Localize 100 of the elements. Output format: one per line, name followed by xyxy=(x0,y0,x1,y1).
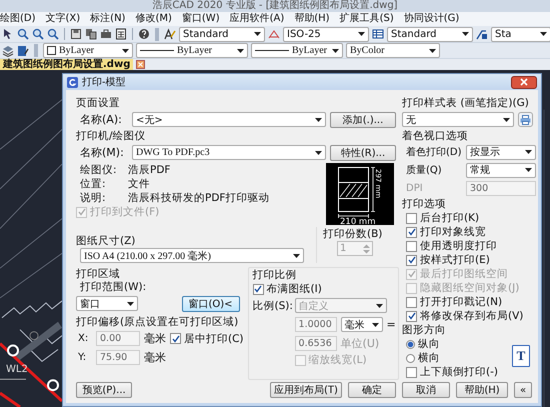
checkbox-label: 最后打印图纸空间 xyxy=(420,267,508,281)
help-icon[interactable] xyxy=(138,28,150,40)
info-value: 文件 xyxy=(128,177,150,191)
dropdown[interactable]: 常规 xyxy=(466,162,536,178)
caret-icon xyxy=(315,118,322,122)
caret-icon xyxy=(332,48,339,52)
field-label: 着色打印(D) xyxy=(406,146,462,159)
window-button[interactable]: 窗口(O)< xyxy=(182,296,240,312)
calculator-icon[interactable] xyxy=(115,28,127,40)
field-label: DPI xyxy=(406,182,424,194)
menu-item[interactable]: 修改(M) xyxy=(135,13,172,25)
radio-button[interactable] xyxy=(406,354,415,362)
checkbox[interactable] xyxy=(406,366,417,378)
checkbox[interactable] xyxy=(406,240,417,252)
caret-icon xyxy=(525,150,532,154)
checkbox-label: 布满图纸(I) xyxy=(266,282,322,296)
caret-icon xyxy=(462,32,469,36)
zoom-icon[interactable] xyxy=(32,28,44,40)
field-label: Y: xyxy=(77,352,88,363)
menu-item[interactable]: 绘图(D) xyxy=(0,13,36,25)
page-drawing xyxy=(338,167,376,218)
preview-button[interactable]: 预览(P)... xyxy=(76,382,132,398)
dialog-button[interactable]: « xyxy=(514,382,532,398)
caret-icon xyxy=(358,32,365,36)
toolbox-icon[interactable] xyxy=(100,28,112,40)
caret-icon xyxy=(315,150,322,154)
document-tab[interactable]: 建筑图纸例图布局设置.dwg xyxy=(0,59,134,70)
dropdown[interactable]: 窗口 xyxy=(76,296,138,311)
menu-item[interactable]: 应用软件(A) xyxy=(230,13,284,25)
menu-item[interactable]: 窗口(W) xyxy=(182,13,220,25)
dialog-button[interactable]: 确定 xyxy=(348,382,396,398)
menu-item[interactable]: 文字(X) xyxy=(46,13,80,25)
dropdown[interactable]: ByColor xyxy=(346,43,440,58)
save-icon[interactable] xyxy=(70,28,82,40)
info-value: 浩辰PDF xyxy=(128,163,170,177)
info-value: 浩辰科技研发的PDF打印驱动 xyxy=(128,191,270,205)
checkbox[interactable] xyxy=(406,254,417,266)
dropdown[interactable]: ByLayer xyxy=(251,43,343,58)
caret-icon xyxy=(127,302,134,306)
properties-button[interactable]: 特性(R)... xyxy=(330,144,396,160)
checkbox-label: 打开打印戳记(N) xyxy=(420,295,502,309)
dropdown[interactable]: ISO A4 (210.00 x 297.00 毫米) xyxy=(80,248,304,263)
info-label: 绘图仪: xyxy=(79,163,118,177)
line-sample xyxy=(255,50,289,51)
dialog-button[interactable]: 帮助(H) xyxy=(456,382,508,398)
dimension-icon[interactable] xyxy=(268,28,280,40)
checkbox[interactable] xyxy=(406,296,417,308)
checkbox-label: 居中打印(C) xyxy=(184,332,244,346)
zoom-icon[interactable] xyxy=(17,28,29,40)
checkbox[interactable] xyxy=(170,333,181,344)
spin-arrows-icon xyxy=(363,244,370,254)
checkbox[interactable] xyxy=(406,226,417,238)
layers-icon[interactable] xyxy=(2,44,14,56)
dropdown[interactable]: 按显示 xyxy=(466,144,536,160)
multileader-icon[interactable] xyxy=(476,28,488,40)
section-heading: 打印比例 xyxy=(252,268,298,282)
dialog-button[interactable]: 取消 xyxy=(402,382,450,398)
info-label: 说明: xyxy=(79,191,107,205)
dropdown[interactable]: <无> xyxy=(132,112,326,127)
radio-button[interactable] xyxy=(406,340,415,348)
dropdown[interactable]: 毫米 xyxy=(340,317,383,332)
field-label: 名称(A): xyxy=(79,112,123,127)
menu-item[interactable]: 标注(N) xyxy=(90,13,126,25)
unit-label: 毫米 xyxy=(144,331,166,346)
menu-item[interactable]: 帮助(H) xyxy=(294,13,330,25)
dropdown[interactable]: Sta xyxy=(491,26,550,42)
dropdown[interactable]: 无 xyxy=(402,112,514,127)
dropdown[interactable]: Standard xyxy=(179,26,265,42)
zoom-icon[interactable] xyxy=(47,28,59,40)
dialog-button[interactable]: 应用到布局(T) xyxy=(270,382,342,398)
dropdown[interactable]: ISO-25 xyxy=(283,26,369,42)
layer-properties-icon[interactable] xyxy=(17,44,29,56)
copy-icon[interactable] xyxy=(85,28,97,40)
close-button[interactable] xyxy=(511,76,537,88)
table-icon[interactable] xyxy=(372,28,384,40)
section-heading: 打印机/绘图仪 xyxy=(76,129,147,143)
caret-icon xyxy=(254,32,261,36)
dropdown[interactable]: Standard xyxy=(387,26,473,42)
add-button[interactable]: 添加(.)... xyxy=(330,112,396,128)
line-sample xyxy=(140,50,174,51)
checkbox-label: 打印到文件(F) xyxy=(90,205,160,219)
dropdown[interactable]: DWG To PDF.pc3 xyxy=(132,145,326,160)
dropdown[interactable]: ByLayer xyxy=(43,43,133,58)
dropdown[interactable]: ByLayer xyxy=(136,43,248,58)
section-heading: 着色视口选项 xyxy=(402,129,469,143)
checkbox[interactable] xyxy=(252,284,264,294)
dialog-title: 打印-模型 xyxy=(82,76,127,89)
menu-item[interactable]: 扩展工具(S) xyxy=(340,13,394,25)
caret-icon xyxy=(525,168,532,172)
close-icon[interactable] xyxy=(136,60,146,69)
caret-icon xyxy=(237,48,244,52)
text-style-icon[interactable] xyxy=(164,28,176,40)
menu-item[interactable]: 协同设计(G) xyxy=(404,13,460,25)
info-label: 位置: xyxy=(79,177,107,191)
checkbox[interactable] xyxy=(406,212,417,224)
field-label: 名称(M): xyxy=(79,145,125,160)
edit-style-button[interactable] xyxy=(518,112,533,127)
section-heading: 图纸尺寸(Z) xyxy=(76,234,136,248)
color-swatch xyxy=(47,46,56,55)
checkbox[interactable] xyxy=(406,310,417,322)
